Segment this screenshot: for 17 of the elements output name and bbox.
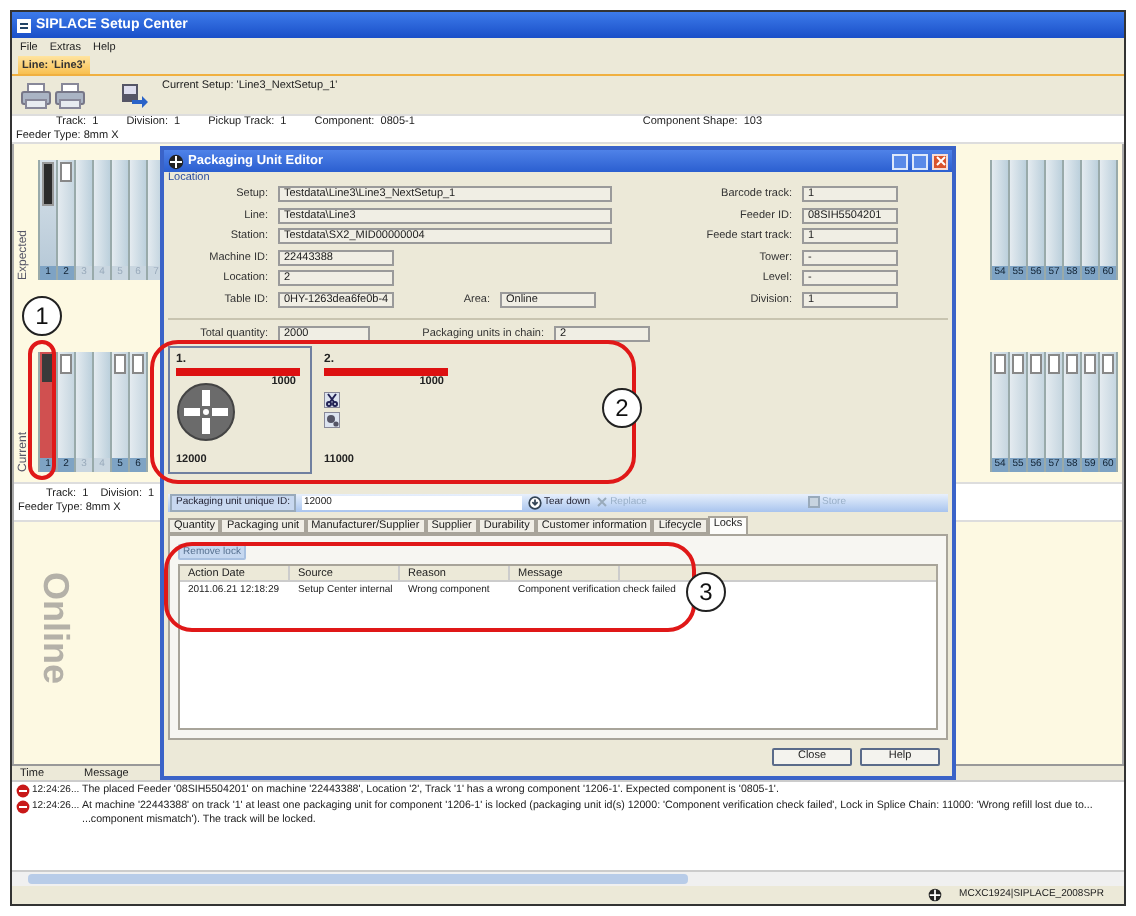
close-button[interactable] [932, 153, 948, 169]
app-icon [168, 153, 184, 169]
horizontal-scrollbar[interactable] [12, 870, 1124, 886]
minimize-button[interactable] [892, 153, 908, 169]
setup-icon[interactable] [120, 81, 148, 109]
close-icon [935, 156, 945, 166]
x-icon [596, 496, 609, 509]
circle-icon [527, 495, 542, 510]
annotation-outline [28, 340, 56, 480]
printer-icon[interactable] [20, 81, 52, 109]
reel-icon [176, 381, 236, 442]
maximize-button[interactable] [912, 153, 928, 169]
printer-icon[interactable] [54, 81, 86, 109]
mode-label: Online [38, 572, 74, 685]
app-icon [16, 17, 32, 33]
status-icon [927, 888, 942, 902]
scissors-icon[interactable] [324, 391, 340, 408]
